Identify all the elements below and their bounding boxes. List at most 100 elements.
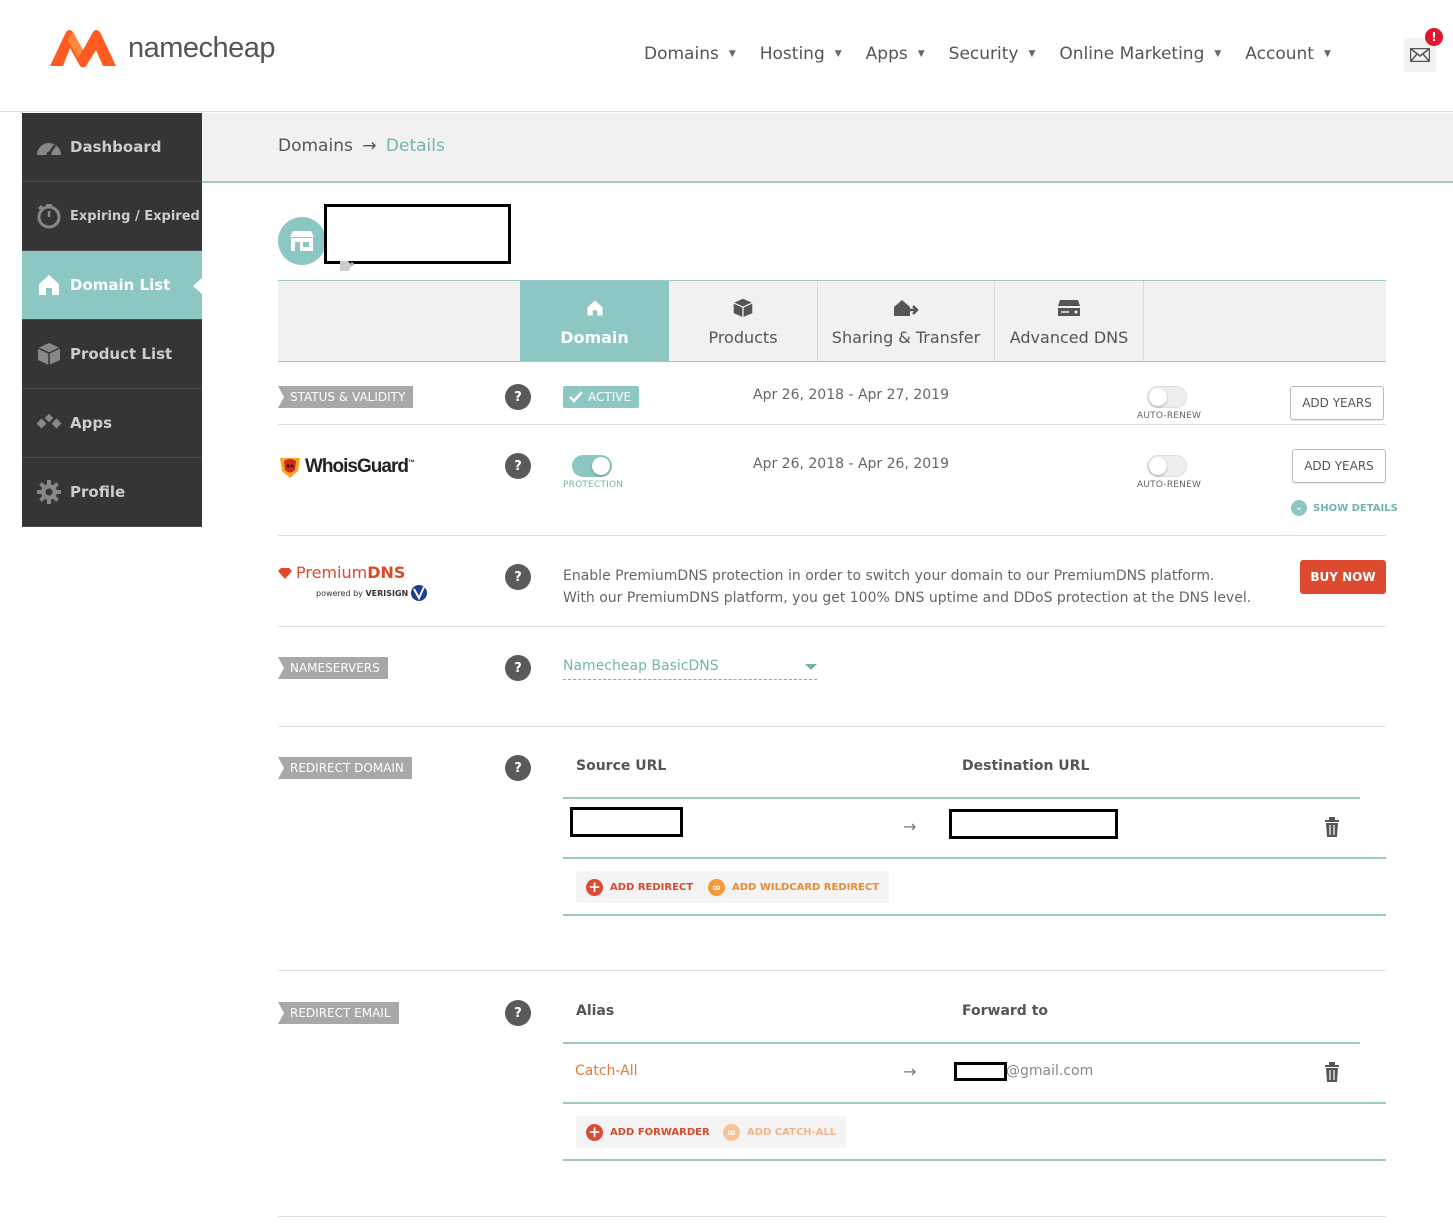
nameservers-value: Namecheap BasicDNS — [563, 658, 719, 674]
verisign-text: VERISIGN — [365, 588, 409, 598]
whoisguard-dates: Apr 26, 2018 - Apr 26, 2019 — [753, 456, 949, 472]
nav-domains[interactable]: Domains ▼ — [644, 44, 736, 64]
add-wildcard-redirect-button[interactable]: ∞ ADD WILDCARD REDIRECT — [698, 871, 890, 903]
divider — [278, 726, 1386, 727]
table-header-rule — [563, 797, 1360, 799]
help-icon[interactable]: ? — [505, 453, 531, 479]
add-forwarder-button[interactable]: + ADD FORWARDER — [576, 1116, 720, 1148]
infinity-icon: ∞ — [708, 878, 725, 896]
trademark-mark: ™ — [407, 459, 415, 467]
breadcrumb-separator: → — [362, 136, 377, 156]
nav-account[interactable]: Account ▼ — [1245, 44, 1331, 64]
tab-sharing-transfer[interactable]: Sharing & Transfer — [818, 281, 995, 361]
premiumdns-powered-by: powered by VERISIGN — [316, 584, 428, 602]
premiumdns-line-2: With our PremiumDNS platform, you get 10… — [563, 590, 1252, 606]
help-icon[interactable]: ? — [505, 755, 531, 781]
auto-renew-toggle[interactable] — [1147, 386, 1187, 408]
infinity-icon: ∞ — [723, 1123, 740, 1141]
add-wildcard-text: ADD WILDCARD REDIRECT — [732, 881, 880, 893]
trash-icon[interactable] — [1324, 817, 1340, 837]
nameservers-select[interactable]: Namecheap BasicDNS — [563, 658, 817, 680]
premiumdns-description: Enable PremiumDNS protection in order to… — [563, 565, 1251, 609]
box-icon — [36, 341, 62, 367]
table-footer-rule — [563, 914, 1386, 916]
breadcrumb-domains-link[interactable]: Domains — [278, 136, 353, 156]
status-badge-text: ACTIVE — [588, 390, 632, 404]
top-header: namecheap Domains ▼ Hosting ▼ Apps ▼ Securi… — [0, 0, 1453, 112]
nav-apps[interactable]: Apps ▼ — [866, 44, 925, 64]
nav-security[interactable]: Security ▼ — [949, 44, 1036, 64]
help-icon[interactable]: ? — [505, 564, 531, 590]
divider — [278, 626, 1386, 627]
house-icon — [36, 272, 62, 298]
sidebar-item-expiring[interactable]: Expiring / Expired — [22, 182, 202, 251]
table-row-rule — [563, 857, 1386, 859]
apps-icon — [36, 410, 62, 436]
sidebar-item-label: Apps — [70, 414, 113, 432]
add-redirect-button[interactable]: + ADD REDIRECT — [576, 871, 704, 903]
plus-circle-icon: + — [586, 878, 603, 896]
help-icon[interactable]: ? — [505, 384, 531, 410]
whoisguard-auto-renew-toggle[interactable] — [1147, 455, 1187, 477]
sidebar-item-dashboard[interactable]: Dashboard — [22, 113, 202, 182]
whoisguard-brand: WhoisGuard™ — [305, 456, 415, 478]
sidebar-item-apps[interactable]: Apps — [22, 389, 202, 458]
caret-down-icon: ▼ — [728, 49, 736, 59]
forward-email-domain[interactable]: @gmail.com — [1006, 1063, 1093, 1079]
sidebar-item-domain-list[interactable]: Domain List — [22, 251, 202, 320]
table-row-rule — [563, 1102, 1386, 1104]
premiumdns-brand-b: DNS — [367, 563, 406, 582]
breadcrumb: Domains → Details — [278, 136, 445, 156]
redacted-email-user[interactable] — [954, 1062, 1007, 1081]
tab-label: Advanced DNS — [1009, 327, 1129, 347]
sidebar-item-product-list[interactable]: Product List — [22, 320, 202, 389]
messages-button[interactable]: ! — [1404, 28, 1443, 72]
domain-avatar — [278, 217, 326, 265]
help-icon[interactable]: ? — [505, 1000, 531, 1026]
chevron-down-icon: ⌄ — [1291, 500, 1307, 516]
redacted-destination-url[interactable] — [949, 809, 1118, 839]
buy-now-button[interactable]: BUY NOW — [1300, 560, 1386, 594]
tab-advanced-dns[interactable]: Advanced DNS — [995, 281, 1144, 361]
caret-down-icon: ▼ — [1323, 49, 1331, 59]
domain-tabs: Domain Products Sharing & Transfer Advan… — [278, 280, 1386, 362]
box-icon — [732, 296, 754, 320]
tab-domain[interactable]: Domain — [520, 281, 669, 361]
breadcrumb-bar: Domains → Details — [202, 113, 1453, 183]
premiumdns-line-1: Enable PremiumDNS protection in order to… — [563, 568, 1215, 584]
plus-circle-icon: + — [586, 1123, 603, 1141]
nav-label: Account — [1245, 44, 1314, 64]
speedometer-icon — [36, 134, 62, 160]
sidebar: Dashboard Expiring / Expired Domain List… — [22, 113, 202, 527]
add-catch-all-button[interactable]: ∞ ADD CATCH-ALL — [713, 1116, 847, 1148]
nav-online-marketing[interactable]: Online Marketing ▼ — [1059, 44, 1221, 64]
whoisguard-brand-text: WhoisGuard — [305, 456, 409, 477]
divider — [278, 970, 1386, 971]
divider — [278, 1216, 1386, 1217]
protection-label: PROTECTION — [563, 480, 624, 490]
status-validity-label: STATUS & VALIDITY — [278, 386, 414, 408]
sidebar-item-profile[interactable]: Profile — [22, 458, 202, 527]
redacted-source-url[interactable] — [570, 807, 683, 837]
caret-down-icon: ▼ — [834, 49, 842, 59]
trash-icon[interactable] — [1324, 1062, 1340, 1082]
namecheap-logo[interactable]: namecheap — [48, 28, 276, 68]
nav-label: Domains — [644, 44, 719, 64]
help-icon[interactable]: ? — [505, 655, 531, 681]
arrow-icon: → — [903, 1062, 917, 1081]
whoisguard-add-years-button[interactable]: ADD YEARS — [1292, 449, 1386, 483]
add-years-button[interactable]: ADD YEARS — [1290, 386, 1384, 420]
table-footer-rule — [563, 1159, 1386, 1161]
divider — [278, 535, 1386, 536]
tab-products[interactable]: Products — [669, 281, 818, 361]
alias-value[interactable]: Catch-All — [575, 1063, 638, 1079]
nav-hosting[interactable]: Hosting ▼ — [760, 44, 842, 64]
whoisguard-logo: WhoisGuard™ — [278, 455, 415, 479]
source-url-header: Source URL — [576, 758, 667, 774]
tag-icon[interactable] — [340, 261, 354, 271]
whoisguard-protection-toggle[interactable] — [572, 455, 612, 477]
show-details-link[interactable]: ⌄ SHOW DETAILS — [1291, 500, 1398, 516]
notification-badge: ! — [1425, 28, 1443, 46]
logo-text: namecheap — [128, 31, 276, 64]
validity-dates: Apr 26, 2018 - Apr 27, 2019 — [753, 387, 949, 403]
